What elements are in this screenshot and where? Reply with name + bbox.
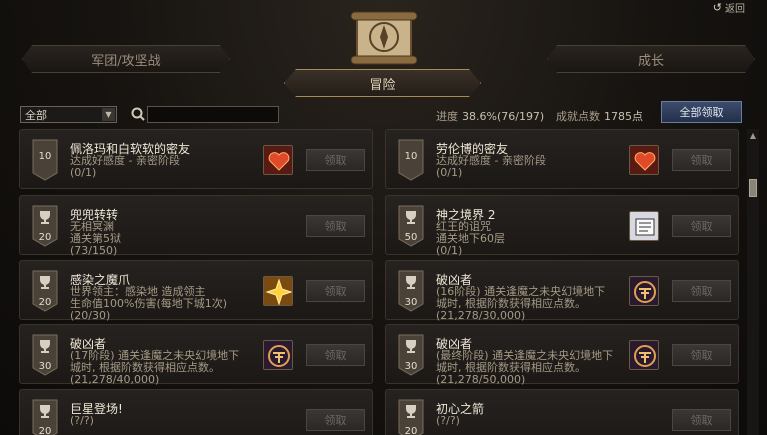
heart-icon[interactable] [629,145,659,175]
return-arrow-icon: ↺ [712,1,722,14]
claim-button[interactable]: 领取 [306,280,365,302]
star-icon[interactable] [263,276,293,306]
badge-value: 10 [404,151,418,162]
tab-growth[interactable]: 成长 [547,45,755,73]
achievement-progress: (0/1) [70,166,97,179]
achievement-window: ↺ 返回 军团/攻坚战 冒险 成长 全部 ▼ 进度 38.6%(76/197) 成… [0,0,767,435]
level-badge: 10 [398,139,424,181]
trophy-icon [40,405,50,418]
return-button[interactable]: ↺ 返回 [713,0,745,15]
achievement-progress: (21,278/40,000) [70,373,160,386]
trophy-badge: 30 [398,334,424,376]
achievement-card: 30 破凶者 (16阶段) 通关逢魔之未央幻境地下 城时, 根据阶数获得相应点数。 (2… [385,260,739,322]
claim-all-button[interactable]: 全部领取 [661,101,742,123]
emblem-icon[interactable] [263,340,293,370]
badge-value: 20 [404,426,418,435]
trophy-icon [406,276,416,289]
trophy-badge: 50 [398,205,424,247]
progress-value: 38.6%(76/197) [462,110,545,123]
trophy-icon [406,340,416,353]
tab-legion[interactable]: 军团/攻坚战 [22,45,230,73]
achievement-progress: (?/?) [70,414,94,427]
category-select-value: 全部 [25,108,47,122]
trophy-icon [406,211,416,224]
claim-button[interactable]: 领取 [672,280,731,302]
heart-icon[interactable] [263,145,293,175]
claim-button[interactable]: 领取 [672,409,731,431]
chevron-down-icon[interactable]: ▼ [102,108,115,121]
category-select[interactable]: 全部 ▼ [20,106,117,123]
badge-value: 50 [404,232,418,243]
achievement-card: 50 神之境界 2 红王的诅咒 通关地下60层 (0/1) 领取 [385,195,739,257]
emblem-icon[interactable] [629,276,659,306]
scroll-up-icon[interactable]: ▲ [747,129,759,141]
trophy-icon [40,211,50,224]
achievement-card: 20 感染之魔爪 世界领主：感染地 造成领主 生命值100%伤害(每地下城1次) (20… [19,260,373,322]
trophy-icon [40,340,50,353]
achievement-progress: (21,278/50,000) [436,373,526,386]
trophy-icon [406,405,416,418]
achievement-progress: (73/150) [70,244,118,257]
search-input[interactable] [147,106,279,123]
trophy-badge: 20 [32,399,58,435]
badge-value: 30 [404,297,418,308]
trophy-badge: 30 [32,334,58,376]
badge-value: 20 [38,297,52,308]
progress-display: 进度 38.6%(76/197) [436,108,544,124]
achievement-card: 30 破凶者 (最终阶段) 通关逢魔之未央幻境地下 城时, 根据阶数获得相应点数。 (2… [385,324,739,386]
achievement-card: 10 劳伦博的密友 达成好感度 - 亲密阶段 (0/1) 领取 [385,129,739,189]
achievement-progress: (21,278/30,000) [436,309,526,322]
badge-value: 10 [38,151,52,162]
scroll-compass-emblem-icon [350,11,418,65]
badge-value: 30 [404,361,418,372]
achievement-progress: (0/1) [436,166,463,179]
achievement-progress: (0/1) [436,244,463,257]
claim-button[interactable]: 领取 [672,149,731,171]
trophy-icon [40,276,50,289]
points-display: 成就点数 1785点 [556,108,643,124]
emblem-icon[interactable] [629,340,659,370]
points-value: 1785点 [604,110,643,123]
claim-button[interactable]: 领取 [306,215,365,237]
scroll-icon[interactable] [629,211,659,241]
tab-adventure[interactable]: 冒险 [284,69,481,97]
claim-button[interactable]: 领取 [306,149,365,171]
achievement-progress: (20/30) [70,309,111,322]
trophy-badge: 20 [32,205,58,247]
badge-value: 20 [38,232,52,243]
trophy-badge: 30 [398,270,424,312]
claim-button[interactable]: 领取 [306,409,365,431]
trophy-badge: 20 [398,399,424,435]
badge-value: 20 [38,426,52,435]
achievement-card: 20 兜兜转转 无相冥渊 通关第5狱 (73/150) 领取 [19,195,373,257]
scrollbar[interactable]: ▲ [747,129,759,435]
progress-label: 进度 [436,110,458,123]
points-label: 成就点数 [556,110,600,123]
achievement-card: 30 破凶者 (17阶段) 通关逢魔之未央幻境地下 城时, 根据阶数获得相应点数。 (2… [19,324,373,386]
achievement-progress: (?/?) [436,414,460,427]
achievement-card: 20 初心之箭 (?/?) 领取 [385,389,739,435]
achievement-card: 20 巨星登场! (?/?) 领取 [19,389,373,435]
claim-button[interactable]: 领取 [306,344,365,366]
return-label: 返回 [725,4,745,15]
achievement-card: 10 佩洛玛和白软软的密友 达成好感度 - 亲密阶段 (0/1) 领取 [19,129,373,189]
trophy-badge: 20 [32,270,58,312]
achievement-list: 10 佩洛玛和白软软的密友 达成好感度 - 亲密阶段 (0/1) 领取 10 劳伦博的密友达… [19,129,741,435]
scroll-thumb[interactable] [749,179,757,197]
claim-button[interactable]: 领取 [672,344,731,366]
level-badge: 10 [32,139,58,181]
search-icon [131,107,145,121]
claim-button[interactable]: 领取 [672,215,731,237]
badge-value: 30 [38,361,52,372]
